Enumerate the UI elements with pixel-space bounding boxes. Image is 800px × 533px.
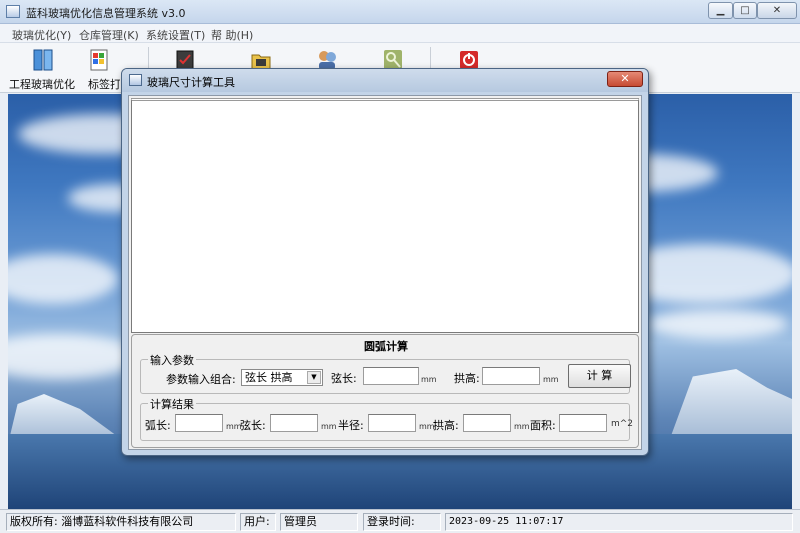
dialog-close-button[interactable]: ✕ (607, 71, 643, 87)
tool-glass-optimize[interactable]: 工程玻璃优化 (6, 46, 78, 91)
input-params-group: 输入参数 参数输入组合: 弦长 拱高 ▼ 弦长: mm 拱高: mm 计 算 (140, 352, 631, 394)
area-output[interactable] (559, 414, 607, 432)
result-chord-label: 弦长: (240, 419, 266, 432)
chord-label: 弦长: (331, 372, 357, 385)
arc-calc-panel: 圆弧计算 输入参数 参数输入组合: 弦长 拱高 ▼ 弦长: mm 拱高: mm … (131, 334, 639, 448)
maximize-button[interactable]: □ (733, 2, 757, 19)
status-user-value: 管理员 (280, 513, 358, 531)
area-unit: m^2 (611, 419, 634, 429)
app-icon (6, 5, 20, 18)
result-chord-unit: mm (321, 422, 337, 431)
tool-label-print[interactable]: 标签打 (74, 46, 120, 90)
chord-unit: mm (421, 375, 437, 384)
radius-label: 半径: (338, 419, 364, 432)
radius-output[interactable] (368, 414, 416, 432)
minimize-button[interactable]: ▁ (708, 2, 733, 19)
status-login-label: 登录时间: (363, 513, 441, 531)
status-bar: 版权所有: 淄博蓝科软件科技有限公司 用户: 管理员 登录时间: 2023-09… (0, 509, 800, 533)
result-chord-output[interactable] (270, 414, 318, 432)
result-height-label: 拱高: (433, 419, 459, 432)
combo-label: 参数输入组合: (166, 373, 236, 386)
menu-glass-optimize[interactable]: 玻璃优化(Y) (12, 27, 71, 43)
status-login-value: 2023-09-25 11:07:17 (445, 513, 793, 531)
chord-input[interactable] (363, 367, 419, 385)
tool-label: 工程玻璃优化 (9, 78, 75, 91)
group-legend: 计算结果 (148, 396, 196, 412)
menu-bar: 玻璃优化(Y) 仓库管理(K) 系统设置(T) 帮 助(H) (0, 24, 800, 43)
output-area[interactable] (131, 98, 639, 333)
dialog-title: 玻璃尺寸计算工具 (147, 76, 235, 89)
status-copyright: 版权所有: 淄博蓝科软件科技有限公司 (6, 513, 236, 531)
menu-warehouse[interactable]: 仓库管理(K) (79, 27, 139, 43)
size-calc-dialog: 玻璃尺寸计算工具 ✕ 圆弧计算 输入参数 参数输入组合: 弦长 拱高 ▼ 弦长:… (121, 68, 649, 456)
status-user-label: 用户: (240, 513, 276, 531)
arc-output[interactable] (175, 414, 223, 432)
menu-settings[interactable]: 系统设置(T) (146, 27, 205, 43)
param-combo[interactable]: 弦长 拱高 ▼ (241, 369, 323, 386)
menu-help[interactable]: 帮 助(H) (211, 27, 253, 43)
height-unit: mm (543, 375, 559, 384)
area-label: 面积: (530, 419, 556, 432)
dialog-title-bar: 玻璃尺寸计算工具 ✕ (122, 69, 648, 92)
close-button[interactable]: ✕ (757, 2, 797, 19)
result-height-output[interactable] (463, 414, 511, 432)
height-input[interactable] (482, 367, 540, 385)
group-legend: 输入参数 (148, 352, 196, 368)
tool-label: 标签打 (88, 78, 120, 90)
height-label: 拱高: (454, 372, 480, 385)
calculate-button[interactable]: 计 算 (568, 364, 631, 388)
book-icon (33, 49, 53, 71)
result-group: 计算结果 弧长: mm 弦长: mm 半径: mm 拱高: mm 面积: m^2 (140, 396, 634, 441)
main-title-bar: 蓝科玻璃优化信息管理系统 v3.0 ▁ □ ✕ (0, 0, 800, 24)
combo-value: 弦长 拱高 (245, 371, 293, 384)
result-height-unit: mm (514, 422, 530, 431)
arc-label: 弧长: (145, 419, 171, 432)
label-print-icon (90, 49, 108, 71)
window-title: 蓝科玻璃优化信息管理系统 v3.0 (26, 7, 186, 20)
chevron-down-icon[interactable]: ▼ (307, 371, 321, 384)
dialog-icon (129, 74, 142, 86)
dialog-body: 圆弧计算 输入参数 参数输入组合: 弦长 拱高 ▼ 弦长: mm 拱高: mm … (128, 95, 642, 450)
panel-title: 圆弧计算 (364, 340, 408, 353)
